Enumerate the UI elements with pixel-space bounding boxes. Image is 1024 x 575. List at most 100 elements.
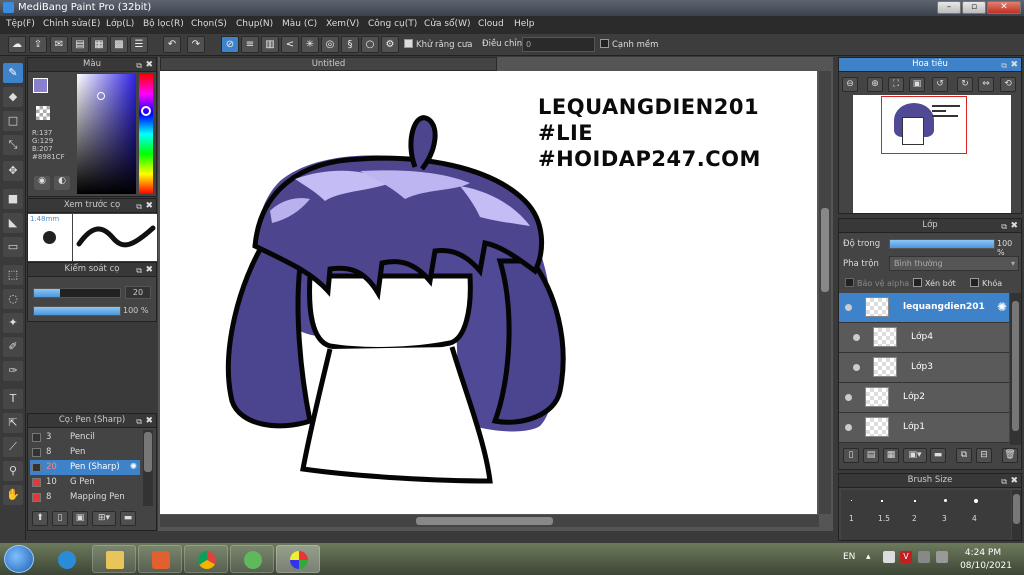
merge-icon[interactable]: ⊟ bbox=[976, 448, 992, 463]
layer-item[interactable]: Lớp4 bbox=[839, 323, 1009, 353]
settings-icon[interactable]: ⚙ bbox=[381, 36, 399, 53]
add-brush-icon[interactable]: ▣ bbox=[72, 511, 88, 526]
close-icon[interactable]: ✖ bbox=[145, 415, 153, 428]
dock-icon[interactable]: ⧉ bbox=[136, 200, 142, 213]
network-icon[interactable] bbox=[918, 551, 930, 563]
magic-wand-tool-icon[interactable]: ✦ bbox=[3, 313, 23, 333]
edge-checkbox[interactable]: Cạnh mềm bbox=[600, 39, 658, 50]
select-eraser-tool-icon[interactable]: ✑ bbox=[3, 361, 23, 381]
clock-date[interactable]: 08/10/2021 bbox=[960, 561, 1012, 571]
brush-item-selected[interactable]: 20 Pen (Sharp) ✺ bbox=[30, 460, 140, 475]
snap-off-icon[interactable]: ⊘ bbox=[221, 36, 239, 53]
brush-list-scrollbar[interactable] bbox=[143, 430, 153, 506]
brush-size-value[interactable]: 20 bbox=[125, 286, 151, 299]
brush-size-option[interactable]: 3 bbox=[942, 514, 947, 523]
fill-rect-tool-icon[interactable]: ■ bbox=[3, 189, 23, 209]
menu-select[interactable]: Chọn(S) bbox=[191, 19, 227, 29]
eye-icon[interactable] bbox=[845, 424, 852, 431]
dock-icon[interactable]: ⧉ bbox=[1001, 475, 1007, 488]
eraser-tool-icon[interactable]: ◆ bbox=[3, 87, 23, 107]
close-icon[interactable]: ✖ bbox=[145, 264, 153, 277]
zoom-out-icon[interactable]: ⊖ bbox=[842, 77, 858, 92]
bucket-tool-icon[interactable]: ◣ bbox=[3, 213, 23, 233]
brush-size-slider[interactable] bbox=[33, 288, 121, 298]
clock-time[interactable]: 4:24 PM bbox=[960, 548, 1006, 558]
gear-icon[interactable]: ✺ bbox=[997, 300, 1007, 314]
brush-size-option[interactable]: 4 bbox=[972, 514, 977, 523]
menu-filter[interactable]: Bộ lọc(R) bbox=[143, 19, 184, 29]
rotate-right-icon[interactable]: ↻ bbox=[957, 77, 973, 92]
lasso-tool-icon[interactable]: ◌ bbox=[3, 289, 23, 309]
parallel-snap-icon[interactable]: ≡ bbox=[241, 36, 259, 53]
taskbar-chrome[interactable] bbox=[184, 545, 228, 573]
tray-arrow-icon[interactable]: ▴ bbox=[866, 552, 871, 562]
close-icon[interactable]: ✖ bbox=[1010, 220, 1018, 233]
taskbar-medibang[interactable] bbox=[276, 545, 320, 573]
rect-tool-icon[interactable]: □ bbox=[3, 111, 23, 131]
taskbar-media[interactable] bbox=[138, 545, 182, 573]
actual-size-icon[interactable]: ▣ bbox=[909, 77, 925, 92]
lock-checkbox[interactable]: Khóa bbox=[970, 278, 1002, 288]
brush-item[interactable]: 8 Mapping Pen bbox=[30, 490, 140, 505]
cross-snap-icon[interactable]: ▥ bbox=[261, 36, 279, 53]
menu-layer[interactable]: Lớp(L) bbox=[106, 19, 134, 29]
eye-icon[interactable] bbox=[845, 304, 852, 311]
brush-size-option[interactable]: 1 bbox=[849, 514, 854, 523]
taskbar-ie[interactable] bbox=[44, 545, 88, 573]
reset-icon[interactable]: ⟲ bbox=[1000, 77, 1016, 92]
rotate-left-icon[interactable]: ↺ bbox=[932, 77, 948, 92]
close-icon[interactable]: ✖ bbox=[145, 59, 153, 72]
close-button[interactable]: ✕ bbox=[987, 1, 1021, 14]
redo-icon[interactable]: ↷ bbox=[187, 36, 205, 53]
folder-icon[interactable]: ▬ bbox=[120, 511, 136, 526]
palette-icon[interactable]: ◉ bbox=[34, 176, 50, 190]
volume-icon[interactable] bbox=[936, 551, 948, 563]
vertical-scrollbar[interactable] bbox=[819, 71, 831, 514]
foreground-color-swatch[interactable] bbox=[33, 78, 48, 93]
dock-icon[interactable]: ⧉ bbox=[1001, 220, 1007, 233]
fit-icon[interactable]: ⛶ bbox=[888, 77, 904, 92]
eye-icon[interactable] bbox=[853, 364, 860, 371]
brush-menu-icon[interactable]: ⊞▾ bbox=[92, 511, 116, 526]
ellipse-snap-icon[interactable]: ○ bbox=[361, 36, 379, 53]
hue-slider[interactable] bbox=[139, 74, 153, 194]
undo-icon[interactable]: ↶ bbox=[163, 36, 181, 53]
duplicate-icon[interactable]: ⧉ bbox=[956, 448, 972, 463]
circle-snap-icon[interactable]: ◎ bbox=[321, 36, 339, 53]
layer-item[interactable]: Lớp3 bbox=[839, 353, 1009, 383]
correction-select[interactable]: 0 bbox=[522, 37, 595, 52]
saturation-value-picker[interactable] bbox=[77, 74, 136, 194]
gradient-tool-icon[interactable]: ▭ bbox=[3, 237, 23, 257]
start-button[interactable] bbox=[4, 545, 34, 573]
maximize-button[interactable]: ▫ bbox=[962, 1, 986, 14]
brush-tool-icon[interactable]: ✎ bbox=[3, 63, 23, 83]
language-indicator[interactable]: EN bbox=[843, 552, 855, 562]
brush-opacity-slider[interactable] bbox=[33, 306, 121, 316]
share-icon[interactable]: ⇪ bbox=[29, 36, 47, 53]
cloud-icon[interactable]: ☁ bbox=[8, 36, 26, 53]
dock-icon[interactable]: ⧉ bbox=[136, 264, 142, 277]
tray-app-icon[interactable] bbox=[883, 551, 895, 563]
folder-icon[interactable]: ▬ bbox=[930, 448, 946, 463]
select-pen-tool-icon[interactable]: ✐ bbox=[3, 337, 23, 357]
select-tool-icon[interactable]: ⬚ bbox=[3, 265, 23, 285]
text-tool-icon[interactable]: T bbox=[3, 389, 23, 409]
list-icon[interactable]: ☰ bbox=[130, 36, 148, 53]
menu-file[interactable]: Tệp(F) bbox=[6, 19, 35, 29]
menu-color[interactable]: Màu (C) bbox=[282, 19, 317, 29]
menu-view[interactable]: Xem(V) bbox=[326, 19, 359, 29]
layer-item[interactable]: Lớp1 bbox=[839, 413, 1009, 443]
brush-size-option[interactable]: 1.5 bbox=[878, 514, 890, 523]
antialias-checkbox[interactable]: Khử răng cưa bbox=[404, 39, 473, 50]
brush-item[interactable]: 8 Pen bbox=[30, 445, 140, 460]
menu-edit[interactable]: Chỉnh sửa(E) bbox=[43, 19, 100, 29]
divide-tool-icon[interactable]: ⟋ bbox=[3, 437, 23, 457]
menu-tools[interactable]: Công cụ(T) bbox=[368, 19, 417, 29]
vanish-snap-icon[interactable]: < bbox=[281, 36, 299, 53]
line-tool-icon[interactable]: ⤡ bbox=[3, 135, 23, 155]
transparent-swatch[interactable] bbox=[36, 106, 50, 120]
menu-help[interactable]: Help bbox=[514, 19, 535, 29]
tray-v-icon[interactable]: V bbox=[900, 551, 912, 563]
menu-cloud[interactable]: Cloud bbox=[478, 19, 504, 29]
operation-tool-icon[interactable]: ⇱ bbox=[3, 413, 23, 433]
